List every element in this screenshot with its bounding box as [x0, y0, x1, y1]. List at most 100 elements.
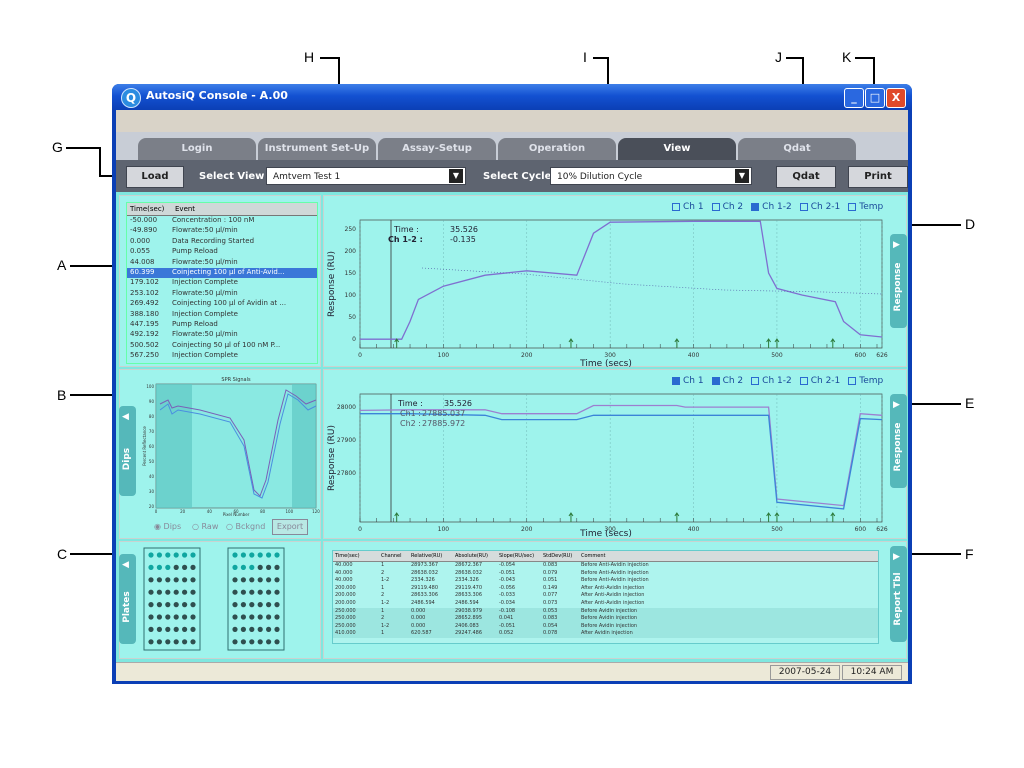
radio-raw[interactable]: ○ Raw — [192, 522, 218, 531]
chart-top-svg[interactable]: 0 100 200 300 400 500 600 626 250200150100500 T… — [324, 196, 894, 368]
tab-instrument-setup[interactable]: Instrument Set-Up — [258, 138, 376, 160]
report-cell: 2 — [381, 592, 385, 599]
plate-well — [156, 589, 162, 595]
export-button[interactable]: Export — [272, 519, 308, 535]
event-row[interactable]: 447.195 Pump Reload — [127, 320, 317, 330]
plate-well — [173, 577, 179, 583]
plate-well — [257, 552, 263, 558]
report-cell: 28638.032 — [455, 569, 483, 576]
tab-login[interactable]: Login — [138, 138, 256, 160]
dips-x-tick: 40 — [207, 509, 213, 514]
report-row[interactable]: 200.000 1-2 2486.594 2486.594 -0.034 0.073 Aft… — [333, 600, 878, 608]
event-row[interactable]: 253.102 Flowrate:50 µl/min — [127, 289, 317, 299]
report-row[interactable]: 250.000 2 0.000 28652.895 0.041 0.083 Before A… — [333, 615, 878, 623]
report-cell: 0.078 — [543, 630, 558, 637]
dips-x-ticks: 0 20 40 60 80 100 120 — [155, 509, 321, 514]
chevron-down-icon[interactable]: ▼ — [449, 169, 463, 183]
report-cell: 28672.367 — [455, 562, 483, 568]
event-time: 269.492 — [130, 299, 159, 308]
event-row[interactable]: 567.250 Injection Complete — [127, 351, 317, 361]
tab-assay-setup[interactable]: Assay-Setup — [378, 138, 496, 160]
event-text: Data Recording Started — [172, 236, 255, 245]
event-text: Flowrate:50 µl/min — [172, 288, 238, 297]
event-row[interactable]: 0.055 Pump Reload — [127, 247, 317, 257]
select-cycle-dropdown[interactable]: 10% Dilution Cycle ▼ — [550, 167, 752, 185]
event-row[interactable]: 179.102 Injection Complete — [127, 278, 317, 288]
report-row[interactable]: 410.000 1 620.587 29247.486 0.052 0.078 After … — [333, 630, 878, 638]
plate-well — [190, 626, 196, 632]
plate-well — [266, 577, 272, 583]
report-cell: After Anti-Avidin injection — [581, 599, 645, 606]
plate-well — [240, 614, 246, 620]
toolbar: Load Select View Amtvem Test 1 ▼ Select … — [116, 160, 908, 192]
report-cell: 0.079 — [543, 569, 558, 576]
x-tick-label: 600 — [855, 526, 867, 533]
plates-view[interactable] — [120, 542, 322, 660]
callout-j: J — [775, 49, 782, 65]
x-tick-label: 300 — [604, 352, 616, 359]
report-cell: 200.000 — [335, 592, 356, 599]
maximize-button[interactable]: □ — [865, 88, 885, 108]
plate-well — [173, 589, 179, 595]
report-table[interactable]: Time(sec) Channel Relative(RU) Absolute(RU)… — [332, 550, 879, 644]
event-row[interactable]: 388.180 Injection Complete — [127, 310, 317, 320]
event-row[interactable]: 500.502 Coinjecting 50 µl of 100 nM P... — [127, 341, 317, 351]
print-button[interactable]: Print — [848, 166, 908, 188]
event-text: Coinjecting 50 µl of 100 nM P... — [172, 340, 281, 349]
report-row[interactable]: 250.000 1-2 0.000 2406.083 -0.051 0.054 Before… — [333, 622, 878, 631]
plate-well — [156, 577, 162, 583]
close-button[interactable]: X — [886, 88, 906, 108]
plate-well — [190, 614, 196, 620]
select-view-dropdown[interactable]: Amtvem Test 1 ▼ — [266, 167, 466, 185]
report-row[interactable]: 40.000 1 28973.367 28672.367 -0.054 0.083 Befo… — [333, 562, 878, 570]
plate-well — [173, 614, 179, 620]
chart-bottom-svg[interactable]: 0 100 200 300 400 500 600 626 280002790027800 T… — [324, 370, 894, 540]
report-cell: 0.051 — [543, 577, 558, 584]
event-row[interactable]: 0.000 Data Recording Started — [127, 237, 317, 247]
event-row[interactable]: -50.000 Concentration : 100 nM — [127, 216, 317, 226]
report-row[interactable]: 200.000 2 28633.306 28633.306 -0.033 0.077 Aft… — [333, 592, 878, 600]
report-row[interactable]: 40.000 2 28638.032 28638.032 -0.051 0.079 Befo… — [333, 570, 878, 578]
event-text: Flowrate:50 µl/min — [172, 330, 238, 339]
callout-g: G — [52, 139, 63, 155]
dips-x-tick: 120 — [312, 509, 320, 514]
plate-well — [240, 552, 246, 558]
chevron-down-icon[interactable]: ▼ — [735, 169, 749, 183]
qdat-button[interactable]: Qdat — [776, 166, 836, 188]
response-tab-top[interactable]: ▶ Response — [890, 234, 907, 328]
event-time: 179.102 — [130, 278, 159, 287]
report-tbl-tab[interactable]: ▶ Report Tbl — [890, 546, 907, 642]
radio-bckgnd[interactable]: ○ Bckgnd — [226, 522, 265, 531]
plate-well — [190, 564, 196, 570]
plate-well — [249, 602, 255, 608]
event-row[interactable]: -49.890 Flowrate:50 µl/min — [127, 226, 317, 236]
status-time: 10:24 AM — [842, 665, 902, 680]
plate-well — [266, 552, 272, 558]
report-row[interactable]: 200.000 1 29119.480 29119.470 -0.056 0.149 Aft… — [333, 585, 878, 593]
report-row[interactable]: 250.000 1 0.000 29038.979 -0.108 0.053 Before … — [333, 607, 878, 616]
tab-view[interactable]: View — [618, 138, 736, 160]
client-area: Login Instrument Set-Up Assay-Setup Oper… — [116, 110, 908, 681]
col-time-header: Time(sec) — [130, 205, 165, 213]
plate-well — [165, 626, 171, 632]
event-row[interactable]: 269.492 Coinjecting 100 µl of Avidin at .… — [127, 299, 317, 309]
plate-well — [257, 602, 263, 608]
minimize-button[interactable]: _ — [844, 88, 864, 108]
radio-dips[interactable]: ◉ Dips — [154, 522, 181, 531]
plate-well — [257, 589, 263, 595]
event-row[interactable]: 492.192 Flowrate:50 µl/min — [127, 330, 317, 340]
event-row[interactable]: 44.008 Flowrate:50 µl/min — [127, 258, 317, 268]
chart-bottom-readout-time: 35.526 — [444, 399, 472, 408]
title-bar[interactable]: Q AutosiQ Console - A.00 _ □ X — [112, 84, 912, 110]
event-row[interactable]: 60.399 Coinjecting 100 µl of Anti-Avid... — [127, 267, 317, 279]
load-button[interactable]: Load — [126, 166, 184, 188]
tab-qdat[interactable]: Qdat — [738, 138, 856, 160]
response-tab-bottom[interactable]: ▶ Response — [890, 394, 907, 488]
main-area: Time(sec) Event -50.000 Concentration : 10… — [116, 192, 908, 662]
plate-well — [165, 589, 171, 595]
report-col-header: Absolute(RU) — [455, 553, 488, 559]
event-table[interactable]: Time(sec) Event -50.000 Concentration : 10… — [126, 202, 318, 364]
report-row[interactable]: 40.000 1-2 2334.326 2334.326 -0.043 0.051 Befo… — [333, 577, 878, 585]
tab-operation[interactable]: Operation — [498, 138, 616, 160]
event-time: 447.195 — [130, 319, 159, 328]
